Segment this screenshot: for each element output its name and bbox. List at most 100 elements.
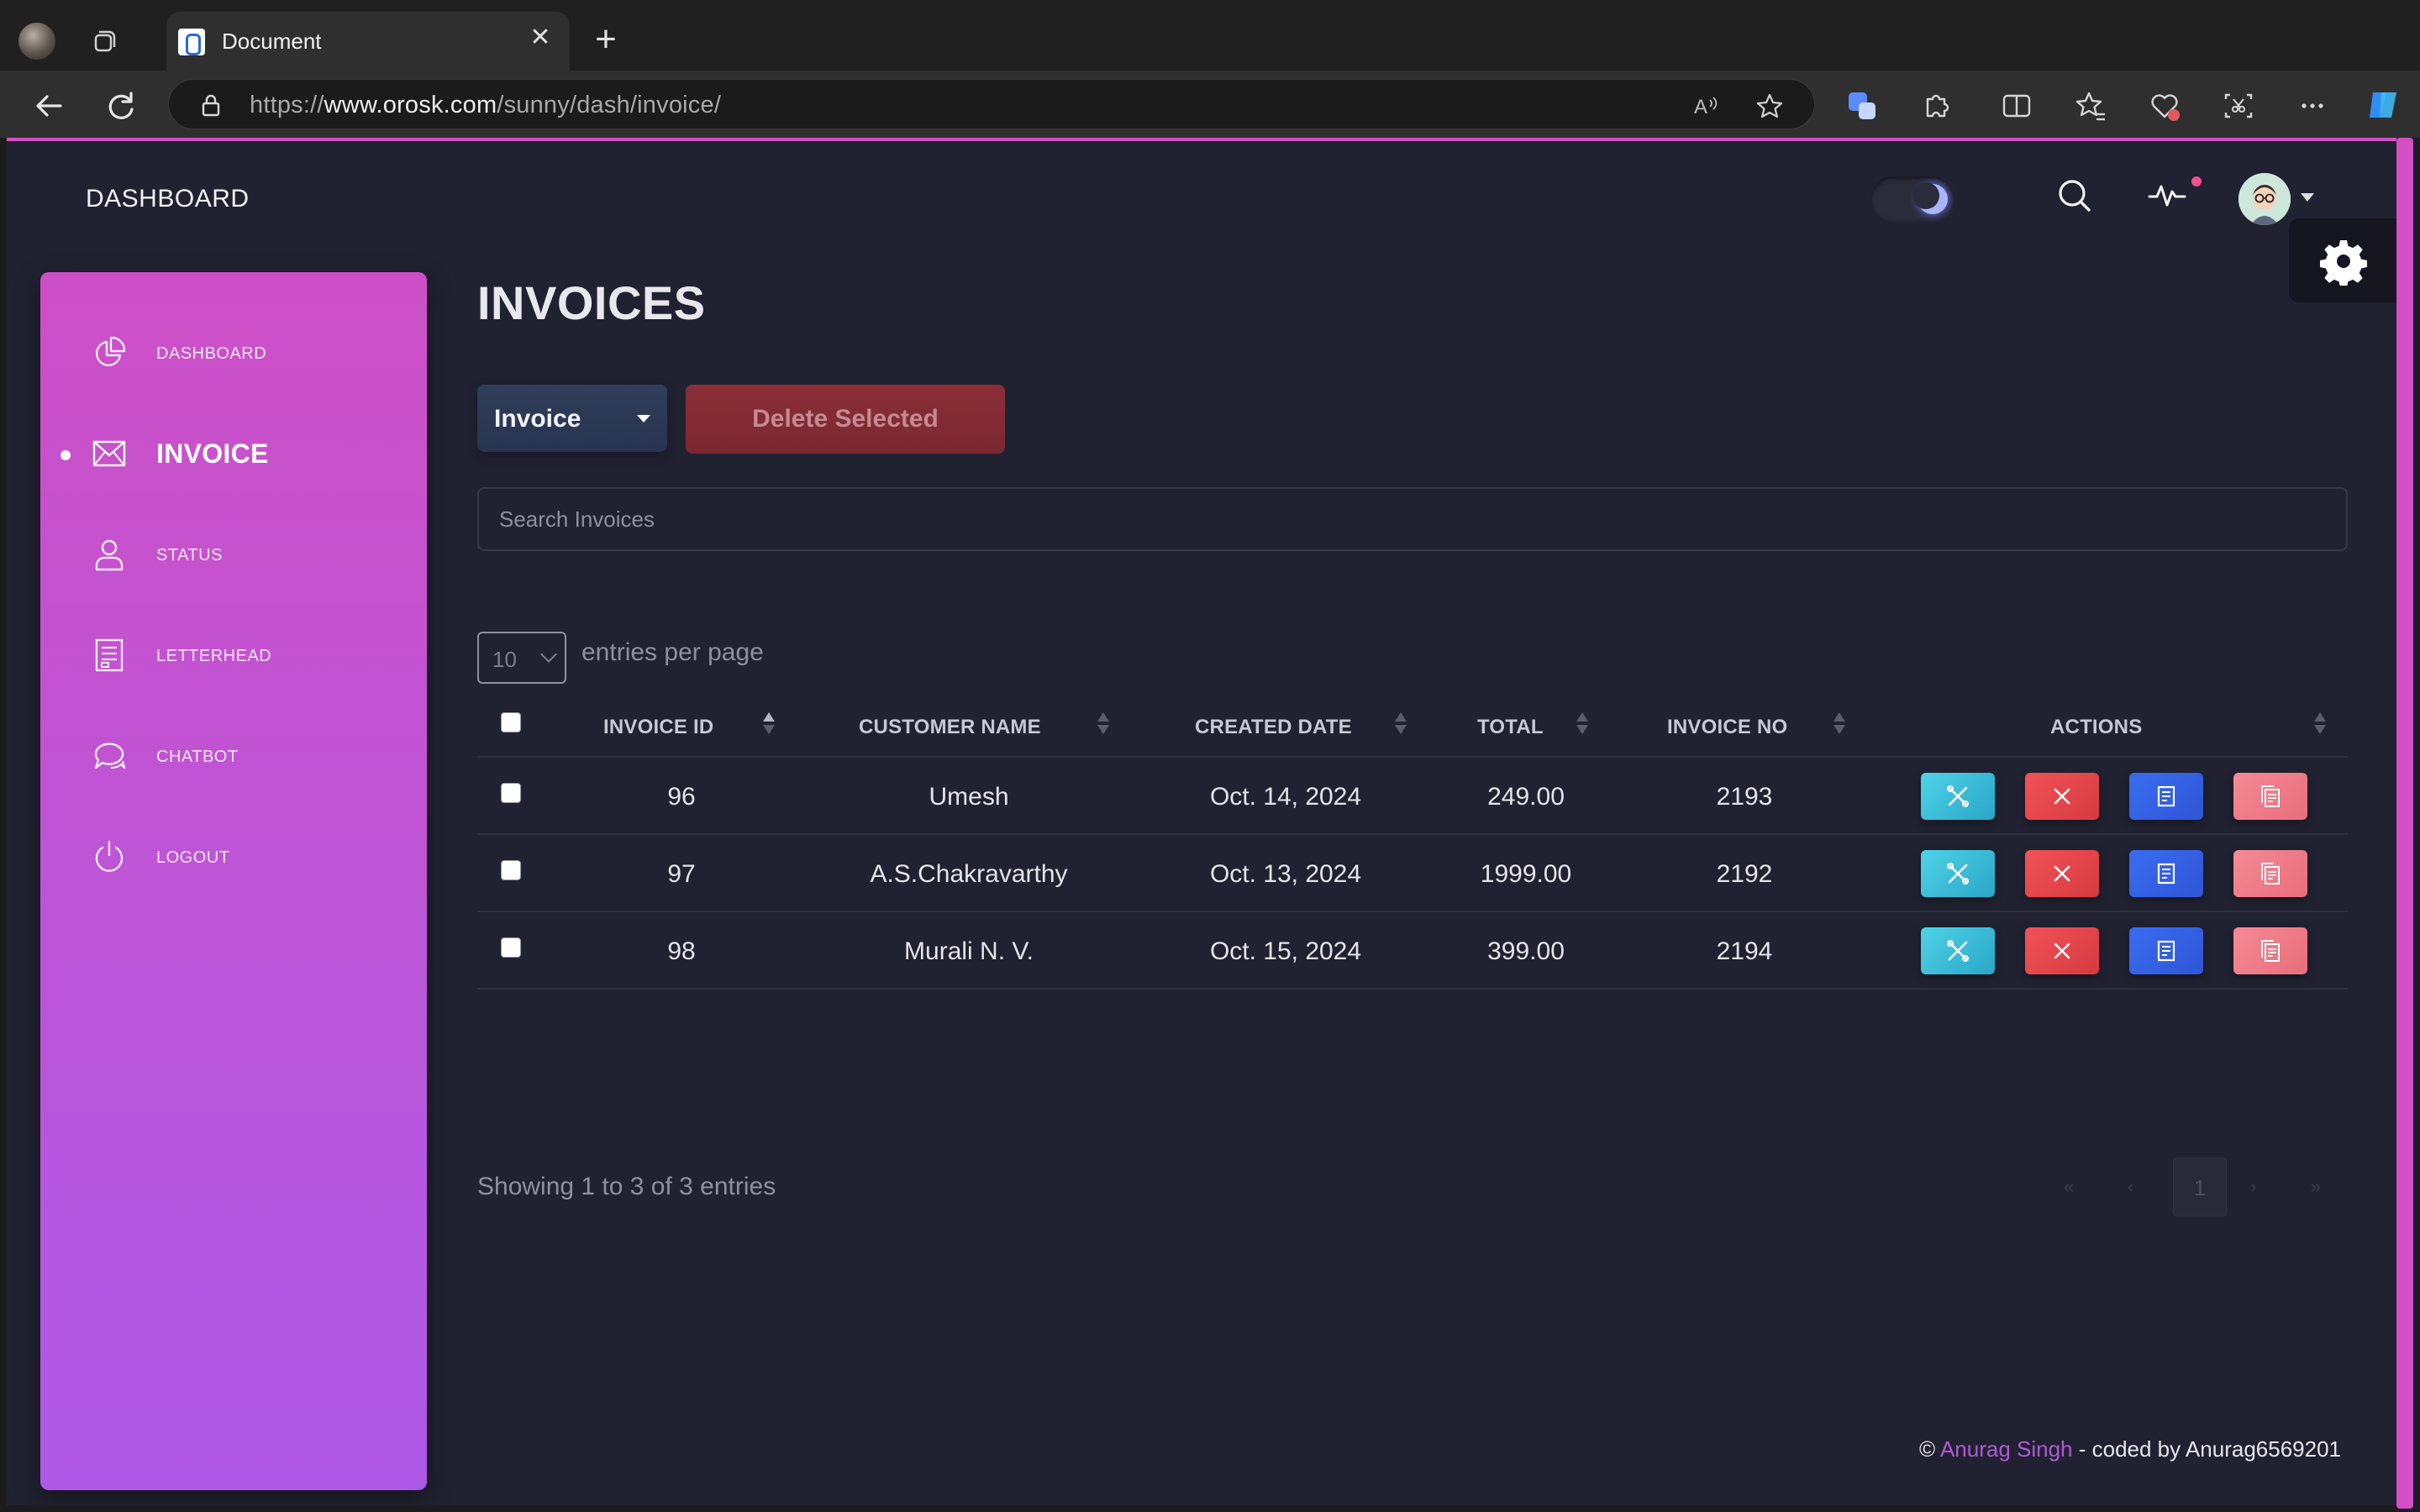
browser-tab-active[interactable]: Document ✕ — [166, 12, 570, 71]
browser-essentials-heart-icon[interactable] — [2148, 89, 2181, 123]
sidebar-item-invoice[interactable]: INVOICE — [40, 420, 427, 487]
row-checkbox[interactable] — [501, 783, 521, 803]
search-icon[interactable] — [2054, 175, 2096, 217]
sidebar-item-letterhead[interactable]: LETTERHEAD — [40, 622, 427, 689]
receipt-icon — [2157, 940, 2175, 962]
row-checkbox[interactable] — [501, 937, 521, 958]
edit-button[interactable] — [1921, 773, 1995, 820]
delete-button[interactable] — [2025, 773, 2099, 820]
view-invoice-button[interactable] — [2129, 927, 2203, 974]
url-field[interactable]: https://www.orosk.com/sunny/dash/invoice… — [168, 79, 1815, 129]
pagination-first[interactable]: « — [2064, 1176, 2074, 1198]
sort-icon[interactable] — [1395, 712, 1407, 739]
view-invoice-button[interactable] — [2129, 850, 2203, 897]
favorite-star-icon[interactable] — [1755, 92, 1784, 120]
pagination-next[interactable]: › — [2250, 1176, 2256, 1198]
settings-panel-toggle[interactable] — [2289, 218, 2396, 302]
receipt-icon — [2157, 785, 2175, 807]
cell-total: 399.00 — [1487, 937, 1565, 965]
sort-icon[interactable] — [1833, 712, 1845, 739]
column-header-invoice-id[interactable]: INVOICE ID — [603, 716, 713, 739]
user-avatar[interactable] — [2238, 173, 2291, 225]
sort-icon[interactable] — [1097, 712, 1109, 739]
sidebar-item-label: CHATBOT — [156, 748, 239, 766]
lock-icon — [202, 94, 220, 117]
user-icon — [95, 539, 124, 571]
avatar-caret-icon[interactable] — [2301, 193, 2314, 202]
cell-total: 1999.00 — [1480, 860, 1572, 888]
invoice-type-dropdown[interactable]: Invoice — [477, 385, 667, 452]
tab-actions-icon[interactable] — [89, 27, 119, 57]
column-header-customer-name[interactable]: CUSTOMER NAME — [859, 716, 1041, 739]
app-page: DASHBOARD DASHBOARD INVOICE STATUS LETTE… — [7, 138, 2396, 1505]
reload-icon[interactable] — [103, 87, 139, 124]
cell-created-date: Oct. 13, 2024 — [1209, 860, 1362, 888]
active-indicator-dot — [60, 450, 71, 460]
read-aloud-icon[interactable]: A — [1691, 92, 1720, 120]
browser-profile-avatar[interactable] — [18, 23, 55, 60]
tools-icon — [1947, 863, 1969, 885]
activity-pulse-icon[interactable] — [2146, 175, 2188, 217]
scrollbar-thumb[interactable] — [2396, 138, 2413, 1509]
cell-created-date: Oct. 15, 2024 — [1209, 937, 1362, 965]
pagination-last[interactable]: » — [2311, 1176, 2321, 1198]
new-tab-plus-icon[interactable]: + — [588, 21, 623, 58]
envelope-icon — [92, 440, 126, 467]
app-brand[interactable]: DASHBOARD — [86, 185, 250, 213]
gear-icon — [2320, 240, 2367, 286]
sidebar: DASHBOARD INVOICE STATUS LETTERHEAD CHAT… — [40, 272, 427, 1490]
delete-selected-button[interactable]: Delete Selected — [686, 385, 1005, 454]
cell-invoice-id: 96 — [667, 783, 696, 811]
sidebar-item-chatbot[interactable]: CHATBOT — [40, 722, 427, 790]
per-page-value: 10 — [492, 647, 517, 672]
edit-button[interactable] — [1921, 927, 1995, 974]
sidebar-item-status[interactable]: STATUS — [40, 521, 427, 588]
pagination-prev[interactable]: ‹ — [2128, 1176, 2133, 1198]
cell-customer-name: Umesh — [929, 783, 1009, 811]
duplicate-invoice-button[interactable] — [2233, 773, 2307, 820]
sidebar-item-logout[interactable]: LOGOUT — [40, 823, 427, 890]
column-header-created-date[interactable]: CREATED DATE — [1195, 716, 1352, 739]
pie-chart-icon — [96, 336, 126, 366]
column-header-actions: ACTIONS — [2050, 716, 2143, 738]
delete-button[interactable] — [2025, 850, 2099, 897]
entries-per-page-select[interactable]: 10 — [477, 632, 566, 684]
duplicate-invoice-button[interactable] — [2233, 927, 2307, 974]
row-checkbox[interactable] — [501, 860, 521, 880]
search-invoices-input[interactable] — [477, 487, 2348, 551]
sort-icon[interactable] — [763, 712, 775, 739]
receipt-icon — [2157, 863, 2175, 885]
delete-button[interactable] — [2025, 927, 2099, 974]
edit-button[interactable] — [1921, 850, 1995, 897]
moon-icon — [1912, 182, 1948, 214]
pagination-page-current[interactable]: 1 — [2173, 1158, 2227, 1216]
split-screen-icon[interactable] — [2000, 89, 2033, 123]
back-arrow-icon[interactable] — [30, 87, 67, 124]
document-icon — [95, 638, 124, 672]
copilot-icon[interactable] — [2365, 86, 2403, 124]
column-header-total[interactable]: TOTAL — [1477, 716, 1544, 739]
browser-address-bar: https://www.orosk.com/sunny/dash/invoice… — [0, 71, 2420, 138]
tab-title: Document — [222, 29, 322, 54]
sidebar-item-dashboard[interactable]: DASHBOARD — [40, 319, 427, 386]
extension-copilot-icon[interactable] — [1845, 89, 1879, 123]
column-header-invoice-no[interactable]: INVOICE NO — [1667, 716, 1787, 739]
table-row: 96 Umesh Oct. 14, 2024 249.00 2193 — [477, 758, 2348, 835]
duplicate-invoice-button[interactable] — [2233, 850, 2307, 897]
cell-total: 249.00 — [1487, 783, 1565, 811]
tab-close-icon[interactable]: ✕ — [526, 24, 555, 52]
more-options-icon[interactable] — [2296, 89, 2329, 123]
author-link[interactable]: Anurag Singh — [1940, 1436, 2073, 1462]
extensions-puzzle-icon[interactable] — [1919, 89, 1953, 123]
select-all-checkbox[interactable] — [501, 712, 521, 732]
favorites-icon[interactable] — [2074, 89, 2107, 123]
theme-toggle[interactable] — [1870, 176, 1954, 222]
cell-invoice-id: 97 — [667, 860, 696, 888]
screenshot-icon[interactable] — [2222, 89, 2255, 123]
view-invoice-button[interactable] — [2129, 773, 2203, 820]
footer-credits: © Anurag Singh - coded by Anurag6569201 — [1918, 1436, 2341, 1462]
sort-icon[interactable] — [1576, 712, 1588, 739]
tools-icon — [1947, 940, 1969, 962]
sort-icon[interactable] — [2314, 712, 2326, 739]
url-text: https://www.orosk.com/sunny/dash/invoice… — [250, 92, 722, 118]
